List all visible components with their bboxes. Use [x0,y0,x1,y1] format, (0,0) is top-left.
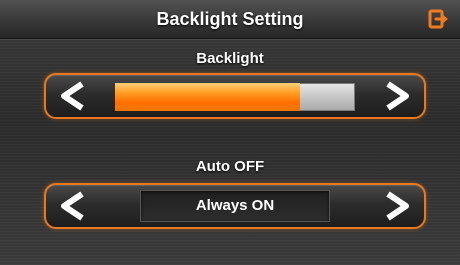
backlight-increase-button[interactable] [380,81,414,111]
backlight-level-fill [115,83,300,111]
backlight-label: Backlight [196,50,264,67]
backlight-level-bar[interactable] [115,83,355,111]
chevron-right-icon [386,81,409,111]
auto-off-next-button[interactable] [380,191,414,221]
chevron-right-icon [386,191,409,221]
chevron-left-icon [61,81,84,111]
chevron-left-icon [61,191,84,221]
backlight-decrease-button[interactable] [56,81,90,111]
title-bar: Backlight Setting [0,0,460,39]
backlight-control [44,73,426,119]
auto-off-label: Auto OFF [195,158,265,175]
exit-button[interactable] [428,9,450,29]
page-title: Backlight Setting [156,9,304,29]
exit-icon [428,9,448,29]
auto-off-control: Always ON [44,183,426,229]
auto-off-previous-button[interactable] [56,191,90,221]
auto-off-value: Always ON [140,190,330,222]
